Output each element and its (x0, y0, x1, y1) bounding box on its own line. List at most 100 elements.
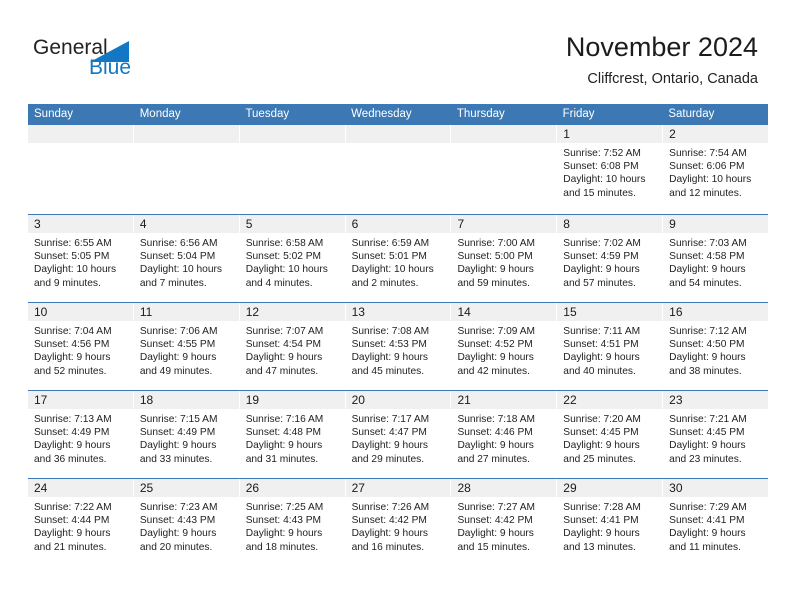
daylight-duration-line2: and 18 minutes. (245, 541, 319, 553)
daylight-duration-line1: Daylight: 9 hours (34, 528, 111, 540)
daylight-duration-line1: Daylight: 9 hours (563, 352, 640, 364)
daylight-duration-line1: Daylight: 9 hours (245, 528, 323, 540)
day-number: 9 (663, 215, 769, 233)
daylight-duration-line2: and 45 minutes. (351, 365, 425, 377)
sunrise-time: Sunrise: 7:21 AM (669, 414, 747, 425)
day-cell[interactable]: 7 Sunrise: 7:00 AM Sunset: 5:00 PM Daylight… (451, 215, 558, 302)
day-cell-empty (451, 125, 558, 214)
daylight-duration-line1: Daylight: 9 hours (457, 440, 534, 452)
day-number: 2 (663, 125, 769, 143)
day-cell[interactable]: 15 Sunrise: 7:11 AM Sunset: 4:51 PM Dayligh… (557, 303, 664, 390)
sunrise-time: Sunrise: 7:00 AM (457, 238, 536, 249)
calendar-week-row: 24 Sunrise: 7:22 AM Sunset: 4:44 PM Dayligh… (28, 478, 769, 566)
day-cell[interactable]: 19 Sunrise: 7:16 AM Sunset: 4:48 PM Dayligh… (239, 391, 346, 478)
daylight-duration-line2: and 49 minutes. (139, 365, 213, 377)
day-number: 16 (663, 303, 769, 321)
sunrise-time: Sunrise: 7:16 AM (245, 414, 324, 425)
daylight-duration-line1: Daylight: 10 hours (669, 174, 752, 186)
day-number (133, 125, 239, 143)
title-block: November 2024 Cliffcrest, Ontario, Canad… (566, 30, 758, 89)
day-cell[interactable]: 30 Sunrise: 7:29 AM Sunset: 4:41 PM Dayligh… (663, 479, 769, 566)
daylight-duration-line2: and 21 minutes. (34, 541, 107, 553)
day-cell[interactable]: 12 Sunrise: 7:07 AM Sunset: 4:54 PM Dayligh… (239, 303, 346, 390)
day-number: 6 (345, 215, 451, 233)
sunrise-time: Sunrise: 7:15 AM (139, 414, 218, 425)
day-cell[interactable]: 3 Sunrise: 6:55 AM Sunset: 5:05 PM Daylight… (28, 215, 134, 302)
daylight-duration-line2: and 11 minutes. (669, 541, 741, 553)
day-cell[interactable]: 22 Sunrise: 7:20 AM Sunset: 4:45 PM Dayligh… (557, 391, 664, 478)
sunrise-time: Sunrise: 7:07 AM (245, 326, 324, 337)
sunset-time: Sunset: 4:49 PM (139, 427, 216, 439)
daylight-duration-line1: Daylight: 9 hours (351, 352, 429, 364)
daylight-duration-line2: and 13 minutes. (563, 541, 636, 553)
day-cell[interactable]: 25 Sunrise: 7:23 AM Sunset: 4:43 PM Dayligh… (133, 479, 240, 566)
day-cell-empty (28, 125, 134, 214)
day-number: 20 (345, 391, 451, 409)
day-cell[interactable]: 5 Sunrise: 6:58 AM Sunset: 5:02 PM Daylight… (239, 215, 346, 302)
day-cell[interactable]: 17 Sunrise: 7:13 AM Sunset: 4:49 PM Dayligh… (28, 391, 134, 478)
day-sun-info: Sunrise: 7:21 AM Sunset: 4:45 PM Daylight:… (663, 409, 768, 466)
day-cell[interactable]: 21 Sunrise: 7:18 AM Sunset: 4:46 PM Dayligh… (451, 391, 558, 478)
day-sun-info: Sunrise: 7:04 AM Sunset: 4:56 PM Daylight:… (28, 321, 133, 378)
day-cell[interactable]: 18 Sunrise: 7:15 AM Sunset: 4:49 PM Dayligh… (133, 391, 240, 478)
sunrise-time: Sunrise: 7:17 AM (351, 414, 430, 425)
calendar-week-row: 10 Sunrise: 7:04 AM Sunset: 4:56 PM Dayligh… (28, 302, 769, 390)
day-cell[interactable]: 1 Sunrise: 7:52 AM Sunset: 6:08 PM Daylight… (557, 125, 664, 214)
sunset-time: Sunset: 4:44 PM (34, 515, 110, 527)
weekday-header-thursday: Thursday (456, 108, 505, 120)
day-cell[interactable]: 20 Sunrise: 7:17 AM Sunset: 4:47 PM Dayligh… (345, 391, 452, 478)
daylight-duration-line2: and 40 minutes. (563, 365, 636, 377)
daylight-duration-line1: Daylight: 10 hours (245, 264, 328, 276)
sunset-time: Sunset: 6:06 PM (669, 161, 745, 173)
day-number: 15 (557, 303, 663, 321)
sunset-time: Sunset: 4:56 PM (34, 339, 110, 351)
day-number (28, 125, 133, 143)
day-number: 1 (557, 125, 663, 143)
day-sun-info: Sunrise: 7:54 AM Sunset: 6:06 PM Daylight:… (663, 143, 768, 200)
sunset-time: Sunset: 4:47 PM (351, 427, 427, 439)
sunrise-time: Sunrise: 6:55 AM (34, 238, 112, 249)
day-number: 10 (28, 303, 133, 321)
daylight-duration-line2: and 15 minutes. (563, 187, 636, 199)
day-cell[interactable]: 11 Sunrise: 7:06 AM Sunset: 4:55 PM Dayligh… (133, 303, 240, 390)
day-sun-info: Sunrise: 6:59 AM Sunset: 5:01 PM Daylight:… (346, 233, 451, 290)
daylight-duration-line2: and 4 minutes. (245, 277, 313, 289)
day-number: 23 (663, 391, 769, 409)
brand-logo[interactable]: General Blue (33, 36, 163, 86)
daylight-duration-line2: and 15 minutes. (457, 541, 530, 553)
daylight-duration-line2: and 38 minutes. (669, 365, 742, 377)
day-number: 19 (239, 391, 345, 409)
day-cell[interactable]: 14 Sunrise: 7:09 AM Sunset: 4:52 PM Dayligh… (451, 303, 558, 390)
day-sun-info: Sunrise: 7:08 AM Sunset: 4:53 PM Daylight:… (346, 321, 451, 378)
daylight-duration-line1: Daylight: 9 hours (139, 352, 217, 364)
daylight-duration-line2: and 31 minutes. (245, 453, 319, 465)
day-cell[interactable]: 16 Sunrise: 7:12 AM Sunset: 4:50 PM Dayligh… (663, 303, 769, 390)
sunset-time: Sunset: 5:00 PM (457, 251, 533, 263)
day-cell[interactable]: 24 Sunrise: 7:22 AM Sunset: 4:44 PM Dayligh… (28, 479, 134, 566)
day-sun-info: Sunrise: 7:25 AM Sunset: 4:43 PM Daylight:… (240, 497, 345, 554)
day-cell-empty (133, 125, 240, 214)
day-number: 17 (28, 391, 133, 409)
daylight-duration-line1: Daylight: 10 hours (34, 264, 117, 276)
day-cell[interactable]: 28 Sunrise: 7:27 AM Sunset: 4:42 PM Dayligh… (451, 479, 558, 566)
day-cell[interactable]: 4 Sunrise: 6:56 AM Sunset: 5:04 PM Daylight… (133, 215, 240, 302)
day-cell[interactable]: 27 Sunrise: 7:26 AM Sunset: 4:42 PM Dayligh… (345, 479, 452, 566)
day-cell[interactable]: 13 Sunrise: 7:08 AM Sunset: 4:53 PM Dayligh… (345, 303, 452, 390)
day-cell[interactable]: 10 Sunrise: 7:04 AM Sunset: 4:56 PM Dayligh… (28, 303, 134, 390)
day-cell-empty (345, 125, 452, 214)
day-cell[interactable]: 29 Sunrise: 7:28 AM Sunset: 4:41 PM Dayligh… (557, 479, 664, 566)
day-number: 8 (557, 215, 663, 233)
day-number: 12 (239, 303, 345, 321)
day-cell[interactable]: 6 Sunrise: 6:59 AM Sunset: 5:01 PM Daylight… (345, 215, 452, 302)
day-number: 25 (133, 479, 239, 497)
daylight-duration-line1: Daylight: 9 hours (563, 440, 640, 452)
day-cell[interactable]: 23 Sunrise: 7:21 AM Sunset: 4:45 PM Dayligh… (663, 391, 769, 478)
day-cell[interactable]: 2 Sunrise: 7:54 AM Sunset: 6:06 PM Daylight… (663, 125, 769, 214)
day-cell[interactable]: 9 Sunrise: 7:03 AM Sunset: 4:58 PM Daylight… (663, 215, 769, 302)
sunset-time: Sunset: 4:42 PM (457, 515, 533, 527)
calendar-week-row: 3 Sunrise: 6:55 AM Sunset: 5:05 PM Daylight… (28, 214, 769, 302)
day-cell[interactable]: 8 Sunrise: 7:02 AM Sunset: 4:59 PM Daylight… (557, 215, 664, 302)
day-sun-info: Sunrise: 7:26 AM Sunset: 4:42 PM Daylight:… (346, 497, 451, 554)
day-cell[interactable]: 26 Sunrise: 7:25 AM Sunset: 4:43 PM Dayligh… (239, 479, 346, 566)
daylight-duration-line2: and 57 minutes. (563, 277, 636, 289)
